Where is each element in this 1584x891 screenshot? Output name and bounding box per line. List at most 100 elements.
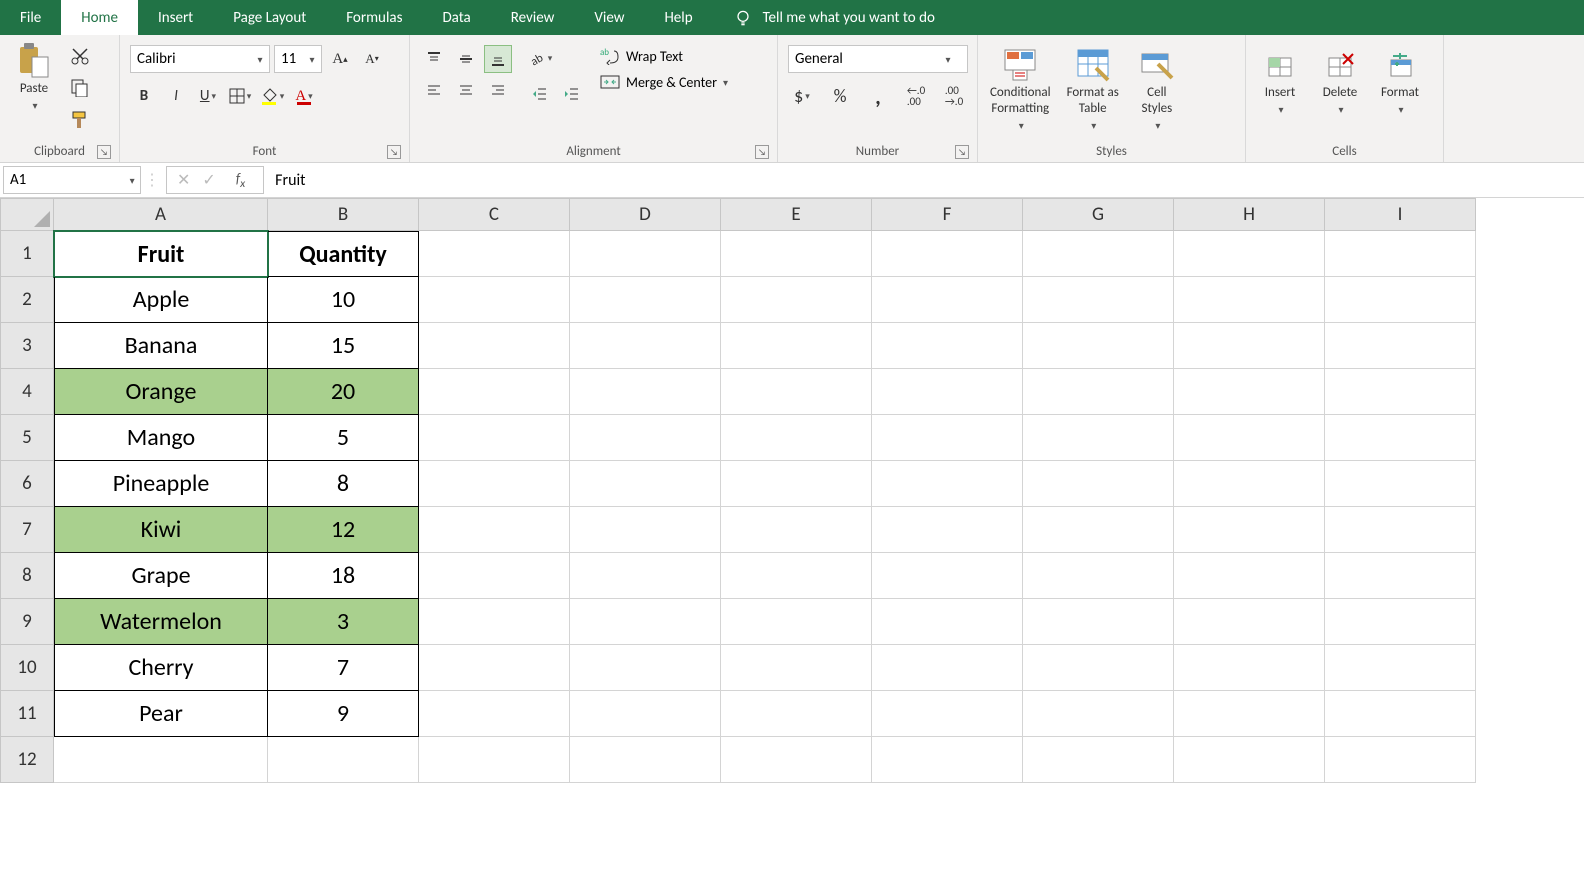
cell-G9[interactable] bbox=[1023, 599, 1174, 645]
cell-F7[interactable] bbox=[872, 507, 1023, 553]
fx-icon[interactable]: fx bbox=[228, 170, 253, 191]
cell-A10[interactable]: Cherry bbox=[54, 645, 268, 691]
row-header-10[interactable]: 10 bbox=[0, 645, 54, 691]
column-header-I[interactable]: I bbox=[1325, 198, 1476, 231]
fill-color-button[interactable] bbox=[258, 83, 286, 109]
cell-G2[interactable] bbox=[1023, 277, 1174, 323]
column-header-F[interactable]: F bbox=[872, 198, 1023, 231]
cell-F6[interactable] bbox=[872, 461, 1023, 507]
row-header-5[interactable]: 5 bbox=[0, 415, 54, 461]
cell-A7[interactable]: Kiwi bbox=[54, 507, 268, 553]
cell-D5[interactable] bbox=[570, 415, 721, 461]
cell-D11[interactable] bbox=[570, 691, 721, 737]
cell-D8[interactable] bbox=[570, 553, 721, 599]
cut-button[interactable] bbox=[66, 43, 94, 69]
cell-B7[interactable]: 12 bbox=[268, 507, 419, 553]
number-format-combo[interactable]: ▾ bbox=[788, 45, 968, 73]
column-header-B[interactable]: B bbox=[268, 198, 419, 231]
increase-font-button[interactable]: A▴ bbox=[326, 46, 354, 72]
cell-G6[interactable] bbox=[1023, 461, 1174, 507]
chevron-down-icon[interactable]: ▾ bbox=[124, 174, 140, 187]
underline-button[interactable]: U bbox=[194, 83, 222, 109]
row-header-4[interactable]: 4 bbox=[0, 369, 54, 415]
cell-B11[interactable]: 9 bbox=[268, 691, 419, 737]
cell-D3[interactable] bbox=[570, 323, 721, 369]
clipboard-launcher[interactable]: ↘ bbox=[97, 145, 111, 159]
paste-button[interactable]: Paste bbox=[6, 39, 62, 117]
cell-H5[interactable] bbox=[1174, 415, 1325, 461]
tell-me-search[interactable]: Tell me what you want to do bbox=[733, 8, 935, 28]
cell-H10[interactable] bbox=[1174, 645, 1325, 691]
cell-B1[interactable]: Quantity bbox=[268, 231, 419, 277]
font-color-button[interactable]: A bbox=[290, 83, 318, 109]
number-launcher[interactable]: ↘ bbox=[955, 145, 969, 159]
cell-D12[interactable] bbox=[570, 737, 721, 783]
tab-data[interactable]: Data bbox=[422, 0, 490, 35]
cell-A2[interactable]: Apple bbox=[54, 277, 268, 323]
row-header-6[interactable]: 6 bbox=[0, 461, 54, 507]
cell-C8[interactable] bbox=[419, 553, 570, 599]
row-header-12[interactable]: 12 bbox=[0, 737, 54, 783]
chevron-down-icon[interactable]: ▾ bbox=[251, 53, 269, 66]
cell-F5[interactable] bbox=[872, 415, 1023, 461]
format-cells-button[interactable]: Format bbox=[1372, 43, 1428, 121]
cell-G8[interactable] bbox=[1023, 553, 1174, 599]
cell-I10[interactable] bbox=[1325, 645, 1476, 691]
cell-I2[interactable] bbox=[1325, 277, 1476, 323]
row-header-1[interactable]: 1 bbox=[0, 231, 54, 277]
cell-H11[interactable] bbox=[1174, 691, 1325, 737]
bold-button[interactable]: B bbox=[130, 83, 158, 109]
cell-D1[interactable] bbox=[570, 231, 721, 277]
cell-F8[interactable] bbox=[872, 553, 1023, 599]
cell-E1[interactable] bbox=[721, 231, 872, 277]
cell-B6[interactable]: 8 bbox=[268, 461, 419, 507]
increase-indent-button[interactable] bbox=[558, 81, 586, 107]
cell-G1[interactable] bbox=[1023, 231, 1174, 277]
format-painter-button[interactable] bbox=[66, 107, 94, 133]
cell-F11[interactable] bbox=[872, 691, 1023, 737]
cell-B9[interactable]: 3 bbox=[268, 599, 419, 645]
cell-E8[interactable] bbox=[721, 553, 872, 599]
cell-C7[interactable] bbox=[419, 507, 570, 553]
cell-C6[interactable] bbox=[419, 461, 570, 507]
cell-I12[interactable] bbox=[1325, 737, 1476, 783]
cell-H4[interactable] bbox=[1174, 369, 1325, 415]
tab-formulas[interactable]: Formulas bbox=[326, 0, 422, 35]
enter-formula-button[interactable]: ✓ bbox=[202, 170, 215, 190]
cell-B3[interactable]: 15 bbox=[268, 323, 419, 369]
cell-F9[interactable] bbox=[872, 599, 1023, 645]
cell-E5[interactable] bbox=[721, 415, 872, 461]
cell-H8[interactable] bbox=[1174, 553, 1325, 599]
cell-B12[interactable] bbox=[268, 737, 419, 783]
cell-A12[interactable] bbox=[54, 737, 268, 783]
cell-B2[interactable]: 10 bbox=[268, 277, 419, 323]
cell-A8[interactable]: Grape bbox=[54, 553, 268, 599]
name-box[interactable]: ▾ bbox=[3, 166, 141, 194]
cancel-formula-button[interactable]: ✕ bbox=[177, 170, 190, 190]
row-header-8[interactable]: 8 bbox=[0, 553, 54, 599]
cell-styles-button[interactable]: Cell Styles bbox=[1129, 43, 1185, 137]
align-center-button[interactable] bbox=[452, 77, 480, 105]
cell-F12[interactable] bbox=[872, 737, 1023, 783]
alignment-launcher[interactable]: ↘ bbox=[755, 145, 769, 159]
row-header-9[interactable]: 9 bbox=[0, 599, 54, 645]
font-name-combo[interactable]: ▾ bbox=[130, 45, 270, 73]
copy-button[interactable] bbox=[66, 75, 94, 101]
cell-H6[interactable] bbox=[1174, 461, 1325, 507]
cell-H1[interactable] bbox=[1174, 231, 1325, 277]
tab-review[interactable]: Review bbox=[491, 0, 575, 35]
align-bottom-button[interactable] bbox=[484, 45, 512, 73]
cell-I9[interactable] bbox=[1325, 599, 1476, 645]
chevron-down-icon[interactable]: ▾ bbox=[303, 53, 321, 66]
decrease-font-button[interactable]: A▾ bbox=[358, 46, 386, 72]
decrease-decimal-button[interactable]: .00→.0 bbox=[940, 83, 968, 109]
cell-E12[interactable] bbox=[721, 737, 872, 783]
tab-page-layout[interactable]: Page Layout bbox=[213, 0, 326, 35]
row-header-3[interactable]: 3 bbox=[0, 323, 54, 369]
cell-A4[interactable]: Orange bbox=[54, 369, 268, 415]
tab-home[interactable]: Home bbox=[61, 0, 138, 35]
italic-button[interactable]: I bbox=[162, 83, 190, 109]
cell-F10[interactable] bbox=[872, 645, 1023, 691]
cell-B4[interactable]: 20 bbox=[268, 369, 419, 415]
select-all-corner[interactable] bbox=[0, 198, 54, 231]
